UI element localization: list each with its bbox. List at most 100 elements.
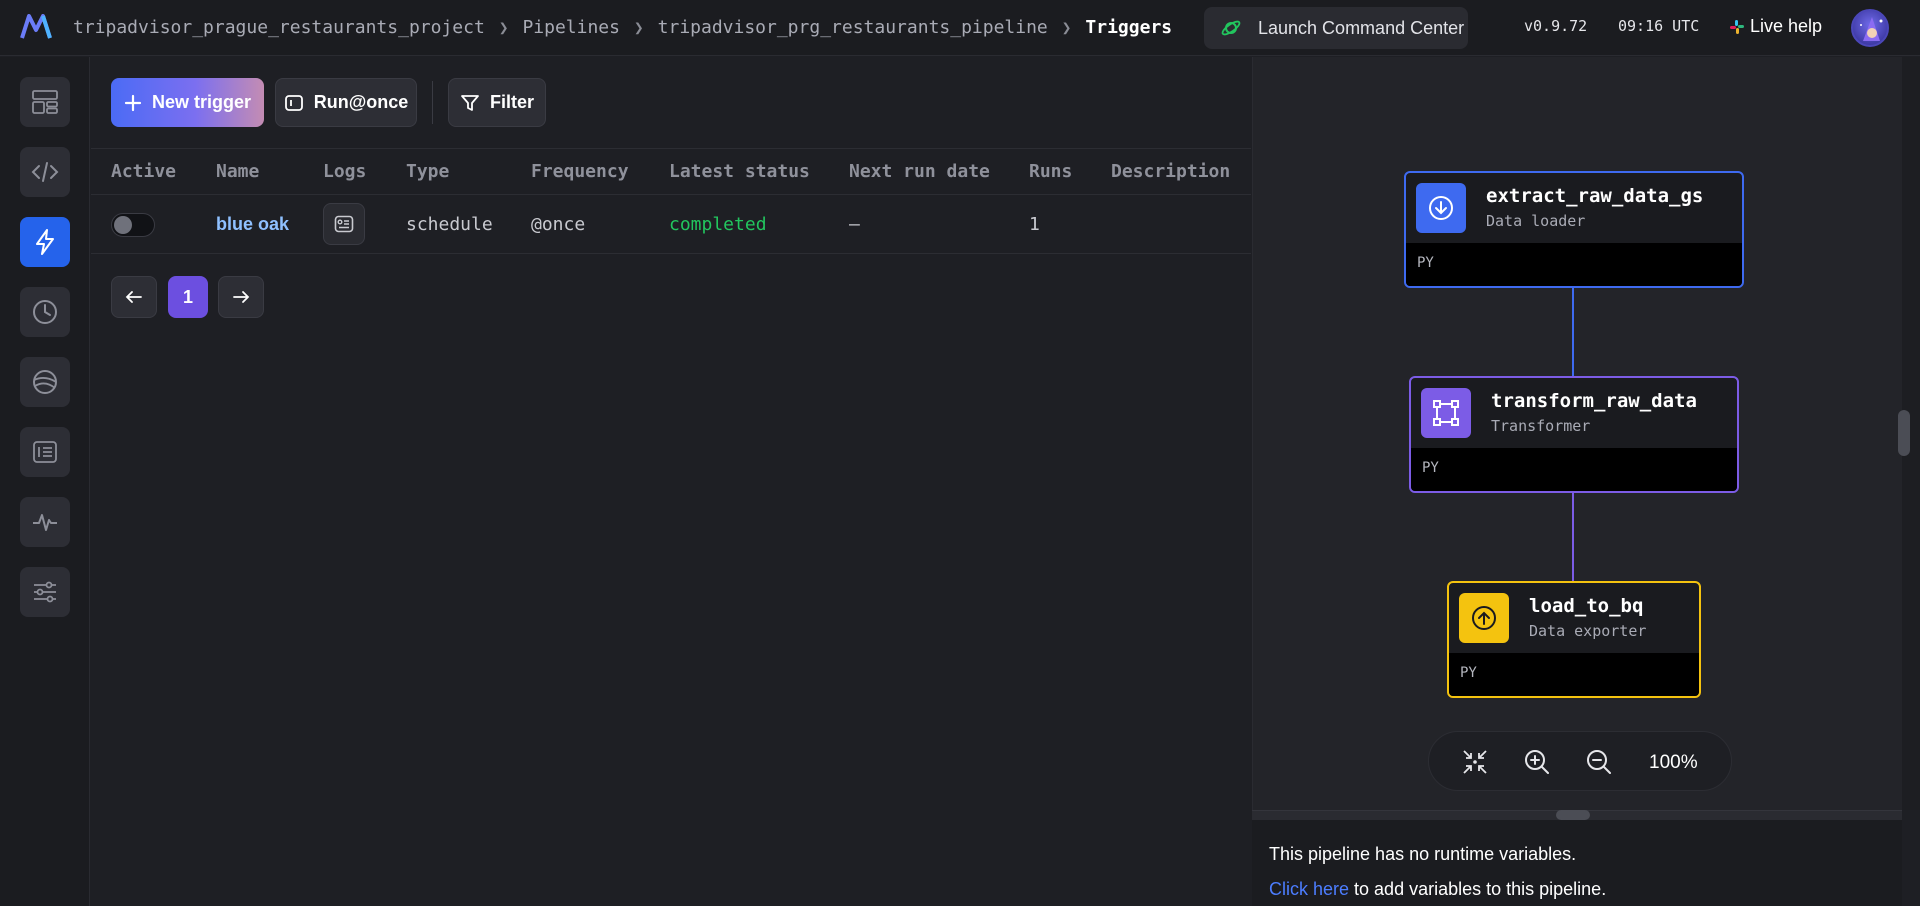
breadcrumb: tripadvisor_prague_restaurants_project ❯…: [73, 0, 1172, 54]
new-trigger-label: New trigger: [151, 92, 252, 112]
transform-icon: [1421, 388, 1471, 438]
arrow-left-icon: [125, 291, 142, 303]
new-trigger-button[interactable]: New trigger: [111, 78, 264, 127]
filter-button[interactable]: Filter: [448, 78, 546, 127]
block-name: load_to_bq: [1529, 595, 1644, 617]
variables-panel: This pipeline has no runtime variables. …: [1252, 820, 1902, 906]
active-toggle[interactable]: [111, 213, 155, 237]
block-name: extract_raw_data_gs: [1486, 185, 1704, 207]
trigger-next-run-date: —: [849, 214, 860, 235]
block-type: Transformer: [1491, 417, 1591, 435]
nav-triggers[interactable]: [20, 217, 70, 267]
column-header-next-run-date[interactable]: Next run date: [849, 161, 990, 182]
wizard-avatar-icon: [1860, 17, 1883, 41]
planet-icon: [33, 370, 57, 394]
launch-command-center-label: Launch Command Center: [1258, 17, 1465, 38]
triggers-main: New trigger Run@once Filter Active Name …: [91, 57, 1251, 906]
arrow-right-icon: [233, 291, 250, 303]
block-language: PY: [1460, 665, 1477, 681]
next-page-button[interactable]: [218, 276, 264, 318]
download-icon: [1416, 183, 1466, 233]
block-type: Data loader: [1486, 212, 1586, 230]
column-header-name[interactable]: Name: [216, 161, 259, 182]
left-sidebar: [0, 57, 90, 906]
toolbar-divider: [432, 81, 433, 124]
run-once-button[interactable]: Run@once: [275, 78, 417, 127]
run-once-icon: [284, 94, 303, 111]
breadcrumb-pipelines[interactable]: Pipelines: [522, 17, 620, 38]
nav-terminal[interactable]: [20, 427, 70, 477]
graph-scrollbar-thumb[interactable]: [1898, 410, 1910, 456]
toggle-knob: [114, 216, 132, 234]
collapse-arrows-icon: [1463, 750, 1487, 774]
logs-button[interactable]: [323, 203, 365, 245]
nav-monitor[interactable]: [20, 357, 70, 407]
zoom-in-button[interactable]: [1522, 747, 1552, 777]
block-language: PY: [1422, 460, 1439, 476]
nav-code[interactable]: [20, 147, 70, 197]
block-data-loader[interactable]: extract_raw_data_gs Data loader PY: [1404, 171, 1744, 288]
breadcrumb-current: Triggers: [1085, 16, 1173, 38]
column-header-active[interactable]: Active: [111, 161, 176, 182]
run-once-label: Run@once: [313, 92, 409, 112]
version-label: v0.9.72: [1524, 17, 1588, 35]
splitter-handle[interactable]: [1556, 810, 1590, 820]
lightning-icon: [36, 229, 54, 255]
previous-page-button[interactable]: [111, 276, 157, 318]
column-header-logs[interactable]: Logs: [323, 161, 366, 182]
column-header-frequency[interactable]: Frequency: [531, 161, 629, 182]
trigger-latest-status: completed: [669, 214, 767, 235]
zoom-out-button[interactable]: [1584, 747, 1614, 777]
trigger-type: schedule: [406, 214, 493, 235]
mage-logo-icon[interactable]: [20, 14, 52, 40]
clock-icon: [33, 300, 57, 324]
column-header-type[interactable]: Type: [406, 161, 449, 182]
pulse-icon: [33, 514, 57, 531]
zoom-controls: 100%: [1428, 731, 1732, 791]
block-type: Data exporter: [1529, 622, 1647, 640]
edge-transformer-to-exporter: [1572, 493, 1574, 581]
live-help-label: Live help: [1750, 16, 1823, 36]
settings-sliders-icon: [34, 581, 56, 603]
top-header: tripadvisor_prague_restaurants_project ❯…: [0, 0, 1920, 56]
add-variables-link[interactable]: Click here: [1269, 879, 1349, 899]
block-language: PY: [1417, 255, 1434, 271]
nav-dashboard[interactable]: [20, 77, 70, 127]
breadcrumb-project[interactable]: tripadvisor_prague_restaurants_project: [73, 17, 485, 38]
plus-icon: [124, 94, 142, 111]
page-1-button[interactable]: 1: [168, 276, 208, 318]
chevron-right-icon: ❯: [634, 17, 644, 37]
trigger-name-link[interactable]: blue oak: [216, 214, 289, 235]
nav-settings[interactable]: [20, 567, 70, 617]
column-header-runs[interactable]: Runs: [1029, 161, 1072, 182]
filter-icon: [461, 94, 479, 111]
user-avatar[interactable]: [1851, 9, 1889, 47]
column-header-latest-status[interactable]: Latest status: [669, 161, 810, 182]
breadcrumb-pipeline[interactable]: tripadvisor_prg_restaurants_pipeline: [658, 17, 1048, 38]
code-icon: [31, 162, 59, 182]
nav-runs[interactable]: [20, 287, 70, 337]
utc-clock: 09:16 UTC: [1618, 17, 1700, 35]
zoom-level: 100%: [1649, 752, 1698, 773]
launch-command-center-button[interactable]: Launch Command Center: [1204, 7, 1468, 49]
block-name: transform_raw_data: [1491, 390, 1697, 412]
chevron-right-icon: ❯: [498, 17, 509, 37]
planet-icon: [1221, 20, 1241, 36]
nav-metrics[interactable]: [20, 497, 70, 547]
chevron-right-icon: ❯: [1061, 17, 1072, 37]
add-variables-hint: Click here to add variables to this pipe…: [1269, 879, 1606, 900]
column-header-description[interactable]: Description: [1111, 161, 1230, 182]
live-help-button[interactable]: Live help: [1730, 16, 1822, 37]
block-data-exporter[interactable]: load_to_bq Data exporter PY: [1447, 581, 1701, 698]
logs-icon: [334, 215, 354, 233]
add-variables-suffix: to add variables to this pipeline.: [1349, 879, 1607, 899]
upload-icon: [1459, 593, 1509, 643]
terminal-icon: [33, 441, 57, 463]
block-transformer[interactable]: transform_raw_data Transformer PY: [1409, 376, 1739, 493]
triggers-table-header: Active Name Logs Type Frequency Latest s…: [91, 148, 1251, 195]
zoom-in-icon: [1525, 750, 1549, 774]
table-row[interactable]: blue oak schedule @once completed — 1: [91, 195, 1251, 254]
trigger-frequency: @once: [531, 214, 586, 235]
slack-icon: [1730, 19, 1744, 34]
fit-view-button[interactable]: [1460, 747, 1490, 777]
